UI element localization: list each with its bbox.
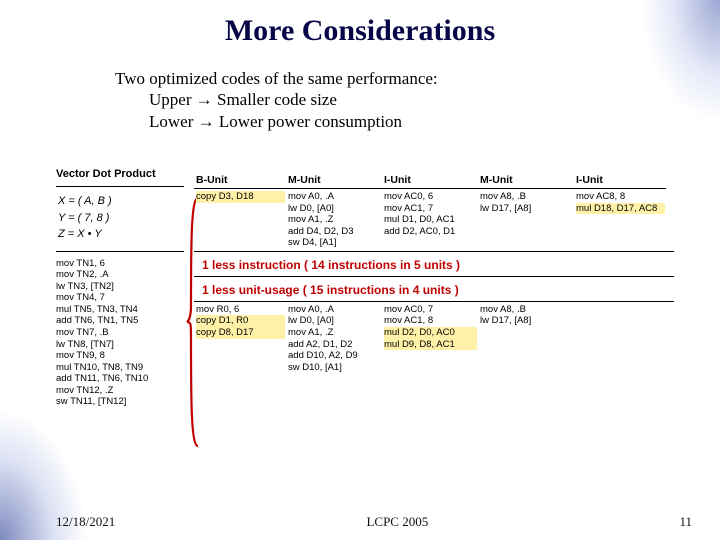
hl-mul-d9: mul D9, D8, AC1 — [384, 339, 477, 351]
footer-date: 12/18/2021 — [56, 514, 115, 530]
hl-copy-d3: copy D3, D18 — [196, 191, 285, 203]
vdp-math-x: X = ( A, B ) — [58, 193, 184, 210]
vdp-math: X = ( A, B ) Y = ( 7, 8 ) Z = X • Y — [56, 191, 184, 249]
u-m2: mov A8, .Blw D17, [A8] — [478, 189, 574, 251]
hl-mul-d18: mul D18, D17, AC8 — [576, 203, 665, 215]
banner-less-instr: 1 less instruction ( 14 instructions in … — [194, 251, 674, 276]
upper-table: copy D3, D18 mov A0, .Alw D0, [A0] mov A… — [194, 189, 674, 251]
col-head-b: B-Unit — [194, 174, 286, 189]
hl-copy-d8: copy D8, D17 — [196, 327, 285, 339]
hl-mul-d2: mul D2, D0, AC0 — [384, 327, 477, 339]
footer: 12/18/2021 LCPC 2005 11 — [0, 514, 720, 530]
vector-dot-product-box: Vector Dot Product X = ( A, B ) Y = ( 7,… — [56, 168, 184, 408]
decor-corner-tr — [630, 0, 720, 140]
vdp-math-y: Y = ( 7, 8 ) — [58, 210, 184, 227]
vdp-math-z: Z = X • Y — [58, 226, 184, 243]
banner-less-unit: 1 less unit-usage ( 15 instructions in 4… — [194, 276, 674, 301]
u-i2: mov AC8, 8 mul D18, D17, AC8 — [574, 189, 666, 251]
column-headers: B-Unit M-Unit I-Unit M-Unit I-Unit — [194, 174, 674, 189]
l-i1: mov AC0, 7mov AC1, 8 mul D2, D0, AC0 mul… — [382, 302, 478, 375]
u-b: copy D3, D18 — [194, 189, 286, 251]
col-head-m2: M-Unit — [478, 174, 574, 189]
footer-venue: LCPC 2005 — [366, 514, 428, 530]
vdp-title: Vector Dot Product — [56, 168, 184, 180]
hl-copy-d1: copy D1, R0 — [196, 315, 285, 327]
col-head-m1: M-Unit — [286, 174, 382, 189]
lower-table: mov R0, 6 copy D1, R0 copy D8, D17 mov A… — [194, 301, 674, 375]
l-i2-empty — [574, 302, 666, 375]
u-i1: mov AC0, 6mov AC1, 7 mul D1, D0, AC1add … — [382, 189, 478, 251]
l-m2: mov A8, .Blw D17, [A8] — [478, 302, 574, 375]
footer-page: 11 — [679, 514, 692, 530]
figure: Vector Dot Product X = ( A, B ) Y = ( 7,… — [56, 168, 674, 478]
l-b: mov R0, 6 copy D1, R0 copy D8, D17 — [194, 302, 286, 375]
col-head-i2: I-Unit — [574, 174, 666, 189]
u-m1: mov A0, .Alw D0, [A0] mov A1, .Zadd D4, … — [286, 189, 382, 251]
page-title: More Considerations — [0, 0, 720, 48]
code-columns: B-Unit M-Unit I-Unit M-Unit I-Unit copy … — [194, 174, 674, 375]
vdp-code: mov TN1, 6 mov TN2, .A lw TN3, [TN2] mov… — [56, 256, 184, 409]
l-m1: mov A0, .Alw D0, [A0]mov A1, .Z add A2, … — [286, 302, 382, 375]
col-head-i1: I-Unit — [382, 174, 478, 189]
